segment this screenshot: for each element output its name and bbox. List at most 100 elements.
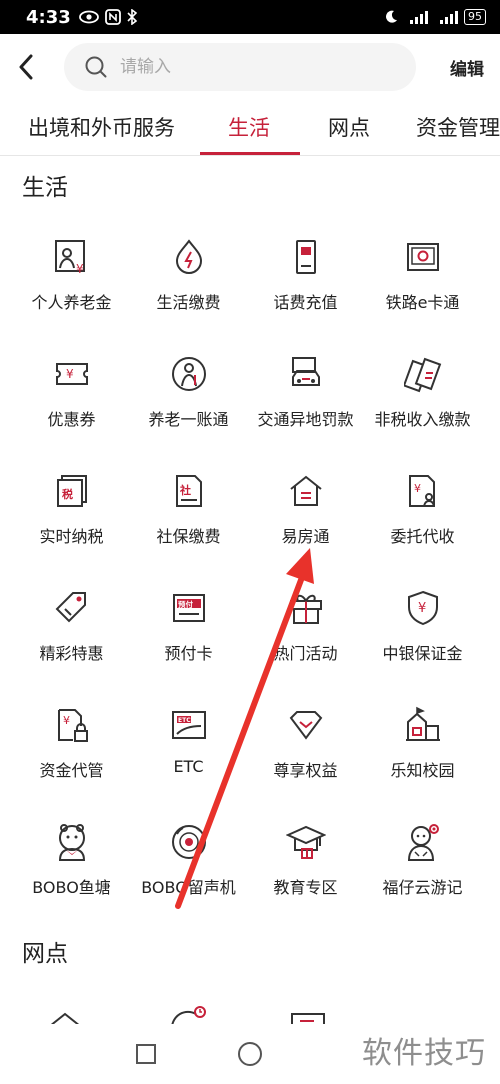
service-label: 资金代管 bbox=[39, 761, 104, 780]
service-label: 实时纳税 bbox=[39, 527, 104, 546]
service-traffic-fine[interactable]: 交通异地罚款 bbox=[247, 327, 364, 444]
section-title-branch: 网点 bbox=[22, 941, 68, 967]
svg-text:社: 社 bbox=[179, 483, 191, 497]
watermark-text: 软件技巧 bbox=[362, 1036, 486, 1071]
railway-card-icon bbox=[403, 237, 443, 277]
tax-doc-icon: 税 bbox=[52, 471, 92, 511]
entrust-icon: ¥ bbox=[403, 471, 443, 511]
service-education[interactable]: 教育专区 bbox=[247, 795, 364, 912]
service-label: 乐知校园 bbox=[390, 761, 455, 780]
service-label: 社保缴费 bbox=[156, 527, 221, 546]
service-popular-events[interactable]: 热门活动 bbox=[247, 561, 364, 678]
social-security-icon: 社 bbox=[169, 471, 209, 511]
service-label: 热门活动 bbox=[273, 644, 338, 663]
service-fuzai-travel[interactable]: 福仔云游记 bbox=[364, 795, 481, 912]
life-services-grid: ¥ 个人养老金 生活缴费 话费充值 铁路e卡通 ¥ 优惠券 养老一账通 交通异地… bbox=[0, 210, 500, 912]
search-input[interactable] bbox=[120, 57, 360, 77]
search-icon bbox=[85, 56, 107, 78]
service-phone-recharge[interactable]: 话费充值 bbox=[247, 210, 364, 327]
service-prepaid-card[interactable]: 预付 预付卡 bbox=[130, 561, 247, 678]
lightning-drop-icon bbox=[169, 237, 209, 277]
graduation-cap-icon bbox=[285, 822, 326, 862]
moon-icon bbox=[386, 10, 397, 23]
service-label: 中银保证金 bbox=[382, 644, 463, 663]
edit-button[interactable]: 编辑 bbox=[450, 55, 488, 80]
status-time: 4:33 bbox=[26, 6, 71, 28]
status-notification-icons bbox=[78, 9, 137, 25]
person-pension-icon: ¥ bbox=[52, 237, 92, 277]
service-label: 养老一账通 bbox=[148, 410, 229, 429]
service-label: 铁路e卡通 bbox=[385, 293, 460, 312]
service-special-offers[interactable]: 精彩特惠 bbox=[13, 561, 130, 678]
service-label: BOBO留声机 bbox=[141, 878, 236, 897]
bobo-mascot-icon bbox=[52, 822, 92, 862]
service-real-time-tax[interactable]: 税 实时纳税 bbox=[13, 444, 130, 561]
svg-text:¥: ¥ bbox=[66, 367, 74, 381]
service-label: 尊享权益 bbox=[273, 761, 338, 780]
car-fine-icon bbox=[286, 354, 326, 394]
service-easy-house[interactable]: 易房通 bbox=[247, 444, 364, 561]
search-bar[interactable] bbox=[64, 43, 416, 91]
svg-text:税: 税 bbox=[62, 487, 73, 501]
phone-recharge-icon bbox=[286, 237, 326, 277]
service-label: BOBO鱼塘 bbox=[32, 878, 111, 897]
tab-life[interactable]: 生活 bbox=[228, 112, 270, 155]
house-icon bbox=[286, 471, 326, 511]
service-label: 生活缴费 bbox=[156, 293, 221, 312]
school-icon bbox=[403, 705, 443, 745]
service-boc-deposit[interactable]: ¥ 中银保证金 bbox=[364, 561, 481, 678]
service-bobo-pond[interactable]: BOBO鱼塘 bbox=[13, 795, 130, 912]
section-title-life: 生活 bbox=[22, 175, 68, 201]
service-label: 个人养老金 bbox=[31, 293, 112, 312]
tab-branch[interactable]: 网点 bbox=[328, 112, 370, 155]
recent-apps-button[interactable] bbox=[135, 1043, 157, 1065]
tab-overseas-foreign-currency[interactable]: 出境和外币服务 bbox=[28, 112, 175, 155]
eye-icon bbox=[78, 10, 99, 24]
home-button[interactable] bbox=[237, 1041, 263, 1067]
tab-fund-management[interactable]: 资金管理 bbox=[416, 112, 500, 155]
nfc-icon bbox=[104, 9, 121, 25]
service-label: 优惠券 bbox=[47, 410, 96, 429]
elderly-icon bbox=[169, 354, 209, 394]
gift-icon bbox=[286, 588, 326, 628]
fund-lock-icon: ¥ bbox=[52, 705, 92, 745]
service-utility-payment[interactable]: 生活缴费 bbox=[130, 210, 247, 327]
service-label: 预付卡 bbox=[164, 644, 213, 663]
service-entrusted-collection[interactable]: ¥ 委托代收 bbox=[364, 444, 481, 561]
tag-icon bbox=[52, 588, 92, 628]
service-personal-pension[interactable]: ¥ 个人养老金 bbox=[13, 210, 130, 327]
service-elderly-account[interactable]: 养老一账通 bbox=[130, 327, 247, 444]
service-fund-custody[interactable]: ¥ 资金代管 bbox=[13, 678, 130, 795]
service-label: 交通异地罚款 bbox=[257, 410, 354, 429]
diamond-icon bbox=[286, 705, 326, 745]
service-label: 教育专区 bbox=[273, 878, 338, 897]
svg-text:ETC: ETC bbox=[178, 717, 191, 724]
service-premium-benefits[interactable]: 尊享权益 bbox=[247, 678, 364, 795]
service-label: 易房通 bbox=[281, 527, 330, 546]
service-campus[interactable]: 乐知校园 bbox=[364, 678, 481, 795]
signal-icon-1 bbox=[410, 11, 428, 24]
fuzai-mascot-icon bbox=[403, 822, 443, 862]
svg-text:预付: 预付 bbox=[178, 599, 193, 609]
service-label: 福仔云游记 bbox=[382, 878, 463, 897]
category-tabs: 出境和外币服务 生活 网点 资金管理 bbox=[0, 100, 500, 156]
svg-text:¥: ¥ bbox=[76, 262, 84, 276]
service-social-security[interactable]: 社 社保缴费 bbox=[130, 444, 247, 561]
svg-text:¥: ¥ bbox=[63, 714, 70, 727]
header: 编辑 bbox=[0, 34, 500, 100]
svg-text:¥: ¥ bbox=[418, 601, 426, 616]
service-railway-card[interactable]: 铁路e卡通 bbox=[364, 210, 481, 327]
service-non-tax-payment[interactable]: 非税收入缴款 bbox=[364, 327, 481, 444]
service-coupon[interactable]: ¥ 优惠券 bbox=[13, 327, 130, 444]
svg-text:¥: ¥ bbox=[414, 482, 421, 495]
coupon-icon: ¥ bbox=[52, 354, 92, 394]
service-label: 精彩特惠 bbox=[39, 644, 104, 663]
service-etc[interactable]: ETC ETC bbox=[130, 678, 247, 795]
branch-grid-partial bbox=[0, 968, 500, 1028]
back-button[interactable] bbox=[12, 47, 40, 87]
battery-indicator: 95 bbox=[464, 9, 486, 25]
shield-yen-icon: ¥ bbox=[403, 588, 443, 628]
etc-card-icon: ETC bbox=[169, 705, 209, 745]
service-bobo-gramophone[interactable]: BOBO留声机 bbox=[130, 795, 247, 912]
service-label: 委托代收 bbox=[390, 527, 455, 546]
